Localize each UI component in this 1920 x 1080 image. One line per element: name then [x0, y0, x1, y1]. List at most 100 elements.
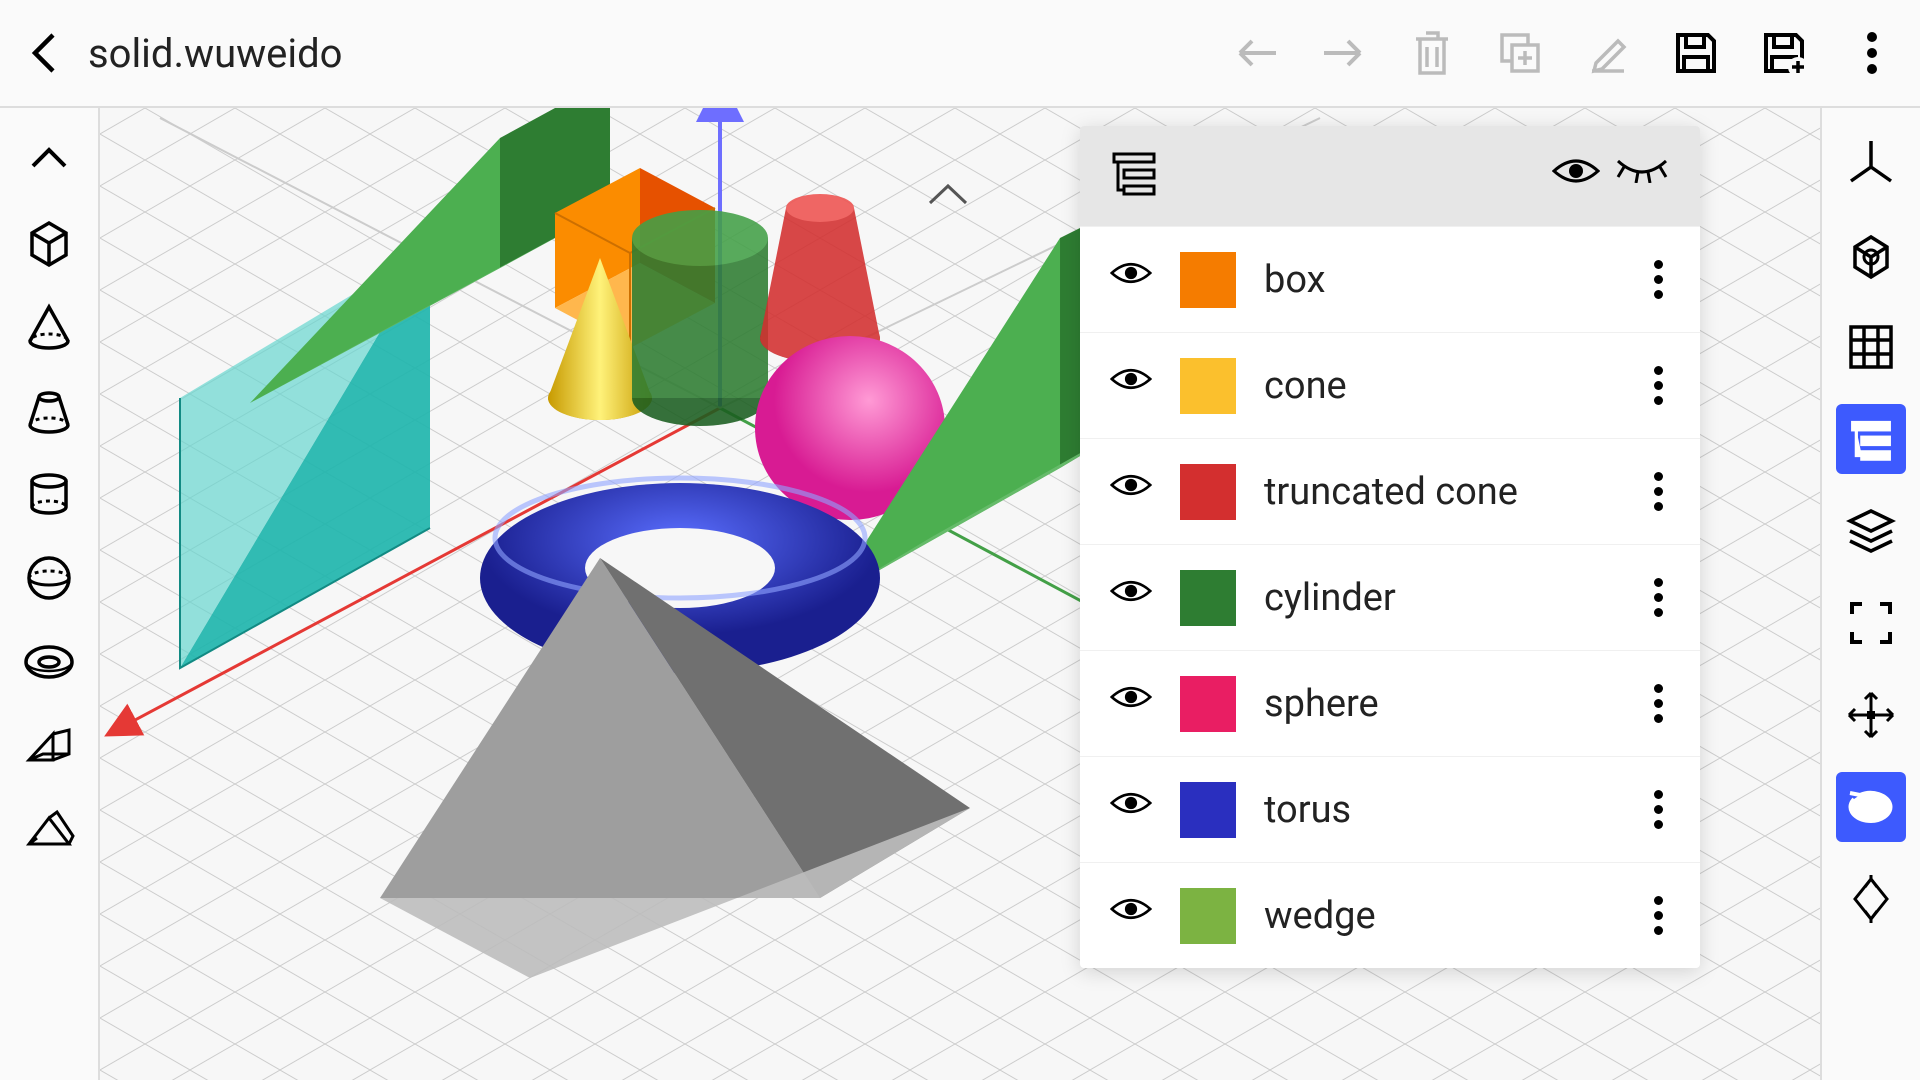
- undo-icon: [1232, 33, 1280, 73]
- layer-row[interactable]: truncated cone: [1080, 438, 1700, 544]
- cylinder-tool[interactable]: [19, 464, 79, 524]
- layer-menu-button[interactable]: [1646, 366, 1670, 405]
- layer-row[interactable]: sphere: [1080, 650, 1700, 756]
- layer-row[interactable]: torus: [1080, 756, 1700, 862]
- redo-icon: [1320, 33, 1368, 73]
- layer-menu-button[interactable]: [1646, 790, 1670, 829]
- layer-visibility-toggle[interactable]: [1110, 683, 1152, 725]
- layer-color-swatch: [1180, 570, 1236, 626]
- edit-icon: [1584, 29, 1632, 77]
- layers-panel: box cone truncated cone cylinder: [1080, 126, 1700, 968]
- layer-name-label: cone: [1264, 364, 1618, 408]
- save-as-button[interactable]: [1756, 25, 1812, 81]
- layer-row[interactable]: cylinder: [1080, 544, 1700, 650]
- layer-color-swatch: [1180, 252, 1236, 308]
- rotate-icon: [1846, 789, 1896, 825]
- layer-color-swatch: [1180, 676, 1236, 732]
- left-toolbar: [0, 108, 100, 1080]
- save-icon: [1672, 29, 1720, 77]
- layer-color-swatch: [1180, 888, 1236, 944]
- cone-icon: [24, 301, 74, 351]
- undo-button[interactable]: [1228, 25, 1284, 81]
- layer-menu-button[interactable]: [1646, 578, 1670, 617]
- viewport[interactable]: box cone truncated cone cylinder: [100, 108, 1820, 1080]
- torus-tool[interactable]: [19, 632, 79, 692]
- layer-name-label: wedge: [1264, 894, 1618, 938]
- chevron-left-icon: [26, 29, 62, 77]
- layer-color-swatch: [1180, 358, 1236, 414]
- save-as-icon: [1760, 29, 1808, 77]
- scale-button[interactable]: [1836, 864, 1906, 934]
- hide-all-button[interactable]: [1614, 155, 1670, 197]
- rotate-button[interactable]: [1836, 772, 1906, 842]
- scale-icon: [1847, 875, 1895, 923]
- layer-name-label: sphere: [1264, 682, 1618, 726]
- right-toolbar: [1820, 108, 1920, 1080]
- edit-button[interactable]: [1580, 25, 1636, 81]
- save-button[interactable]: [1668, 25, 1724, 81]
- prism-icon: [23, 808, 75, 852]
- layer-row[interactable]: box: [1080, 226, 1700, 332]
- sphere-icon: [24, 553, 74, 603]
- layers-panel-header: [1080, 126, 1700, 226]
- app: solid.wuweido: [0, 0, 1920, 1080]
- show-all-button[interactable]: [1552, 155, 1594, 197]
- wedge-tool[interactable]: [19, 716, 79, 776]
- layers-button[interactable]: [1836, 404, 1906, 474]
- layer-name-label: cylinder: [1264, 576, 1618, 620]
- more-vertical-icon: [1866, 29, 1878, 77]
- object-pyramid[interactable]: [380, 558, 970, 978]
- box-tool[interactable]: [19, 212, 79, 272]
- topbar: solid.wuweido: [0, 0, 1920, 108]
- trash-icon: [1410, 29, 1454, 77]
- fullscreen-icon: [1848, 600, 1894, 646]
- stack-icon: [1846, 509, 1896, 553]
- layer-color-swatch: [1180, 782, 1236, 838]
- layer-row[interactable]: wedge: [1080, 862, 1700, 968]
- layer-visibility-toggle[interactable]: [1110, 365, 1152, 407]
- layer-menu-button[interactable]: [1646, 896, 1670, 935]
- layer-visibility-toggle[interactable]: [1110, 259, 1152, 301]
- duplicate-icon: [1496, 29, 1544, 77]
- layer-menu-button[interactable]: [1646, 260, 1670, 299]
- cube-home-icon: [1845, 229, 1897, 281]
- delete-button[interactable]: [1404, 25, 1460, 81]
- grid-icon: [1847, 323, 1895, 371]
- layer-row[interactable]: cone: [1080, 332, 1700, 438]
- cube-icon: [24, 217, 74, 267]
- prism-tool[interactable]: [19, 800, 79, 860]
- cylinder-icon: [24, 469, 74, 519]
- collapse-up-button[interactable]: [19, 128, 79, 188]
- duplicate-button[interactable]: [1492, 25, 1548, 81]
- file-title: solid.wuweido: [88, 30, 343, 77]
- chevron-up-icon: [27, 144, 71, 172]
- layer-visibility-toggle[interactable]: [1110, 577, 1152, 619]
- layer-name-label: truncated cone: [1264, 470, 1618, 514]
- fullscreen-button[interactable]: [1836, 588, 1906, 658]
- stack-layers-button[interactable]: [1836, 496, 1906, 566]
- main: box cone truncated cone cylinder: [0, 108, 1920, 1080]
- layer-visibility-toggle[interactable]: [1110, 471, 1152, 513]
- home-view-button[interactable]: [1836, 220, 1906, 290]
- layer-visibility-toggle[interactable]: [1110, 789, 1152, 831]
- cone-tool[interactable]: [19, 296, 79, 356]
- move-button[interactable]: [1836, 680, 1906, 750]
- object-cylinder[interactable]: [632, 210, 768, 426]
- layers-tree-icon[interactable]: [1110, 148, 1166, 204]
- back-button[interactable]: [20, 29, 68, 77]
- grid-button[interactable]: [1836, 312, 1906, 382]
- sphere-tool[interactable]: [19, 548, 79, 608]
- layer-menu-button[interactable]: [1646, 684, 1670, 723]
- layer-name-label: torus: [1264, 788, 1618, 832]
- wedge-icon: [23, 724, 75, 768]
- layer-menu-button[interactable]: [1646, 472, 1670, 511]
- redo-button[interactable]: [1316, 25, 1372, 81]
- torus-icon: [23, 642, 75, 682]
- layer-visibility-toggle[interactable]: [1110, 895, 1152, 937]
- topbar-left: solid.wuweido: [20, 29, 343, 77]
- topbar-right: [1228, 25, 1900, 81]
- truncated-cone-tool[interactable]: [19, 380, 79, 440]
- axes-view-button[interactable]: [1836, 128, 1906, 198]
- truncated-cone-icon: [24, 385, 74, 435]
- more-button[interactable]: [1844, 25, 1900, 81]
